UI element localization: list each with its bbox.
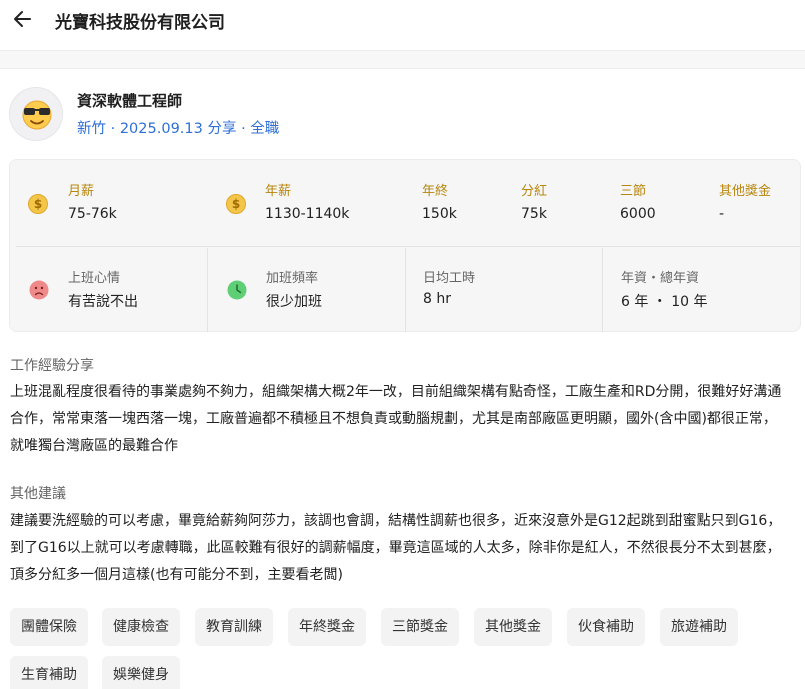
- monthly-salary-label: 月薪: [68, 184, 95, 199]
- dividend-value: 75k: [521, 206, 547, 222]
- dollar-coin-icon: $: [28, 194, 48, 214]
- benefit-chip[interactable]: 健康檢查: [102, 608, 180, 646]
- festival-bonus-value: 6000: [620, 206, 656, 222]
- arrow-left-icon[interactable]: [10, 6, 36, 32]
- benefit-chip[interactable]: 旅遊補助: [660, 608, 738, 646]
- annual-salary-value: 1130-1140k: [265, 206, 350, 222]
- benefit-chip[interactable]: 娛樂健身: [102, 656, 180, 689]
- benefit-chip[interactable]: 三節獎金: [381, 608, 459, 646]
- experience-body: 上班混亂程度很看待的事業處夠不夠力，組織架構大概2年一改，目前組織架構有點奇怪，…: [10, 384, 782, 454]
- dividend-label: 分紅: [521, 184, 548, 199]
- mood-label: 上班心情: [68, 271, 121, 286]
- benefit-chip[interactable]: 教育訓練: [195, 608, 273, 646]
- benefit-chip[interactable]: 伙食補助: [567, 608, 645, 646]
- daily-hours-value: 8 hr: [423, 291, 451, 307]
- stats-row-divider: [16, 246, 800, 247]
- other-bonus-label: 其他獎金: [719, 184, 772, 199]
- stats-card: $ 月薪 75-76k $ 年薪 1130-1140k 年終 150k 分紅 7…: [9, 159, 801, 332]
- advice-heading: 其他建議: [10, 486, 66, 502]
- dollar-coin-icon: $: [226, 194, 246, 214]
- stats-column-divider: [602, 248, 603, 332]
- sunglasses-emoji-icon: [9, 87, 63, 141]
- year-end-bonus-value: 150k: [422, 206, 457, 222]
- seniority-value: 6 年 ・ 10 年: [621, 294, 708, 310]
- experience-heading: 工作經驗分享: [10, 358, 94, 374]
- clock-icon: [227, 280, 247, 300]
- benefit-chip[interactable]: 團體保險: [10, 608, 88, 646]
- overtime-value: 很少加班: [266, 294, 322, 310]
- job-title: 資深軟體工程師: [77, 92, 183, 110]
- top-bar: 光寶科技股份有限公司: [0, 0, 805, 50]
- mood-value: 有苦說不出: [68, 294, 138, 310]
- benefit-chip[interactable]: 年終獎金: [288, 608, 366, 646]
- benefit-chip[interactable]: 生育補助: [10, 656, 88, 689]
- benefit-chip[interactable]: 其他獎金: [474, 608, 552, 646]
- festival-bonus-label: 三節: [620, 184, 647, 199]
- company-title[interactable]: 光寶科技股份有限公司: [55, 8, 225, 33]
- annual-salary-label: 年薪: [265, 184, 292, 199]
- sad-face-icon: [29, 280, 49, 300]
- other-bonus-value: -: [719, 206, 725, 222]
- year-end-bonus-label: 年終: [422, 184, 449, 199]
- daily-hours-label: 日均工時: [423, 271, 476, 286]
- stats-column-divider: [405, 248, 406, 332]
- section-divider: [0, 50, 805, 69]
- seniority-label: 年資・總年資: [621, 271, 700, 286]
- stats-column-divider: [207, 248, 208, 332]
- post-meta: 新竹 · 2025.09.13 分享 · 全職: [77, 121, 280, 137]
- overtime-label: 加班頻率: [266, 271, 319, 286]
- monthly-salary-value: 75-76k: [68, 206, 117, 222]
- advice-body: 建議要洗經驗的可以考慮，畢竟給薪夠阿莎力，該調也會調，結構性調薪也很多，近來沒意…: [10, 513, 782, 583]
